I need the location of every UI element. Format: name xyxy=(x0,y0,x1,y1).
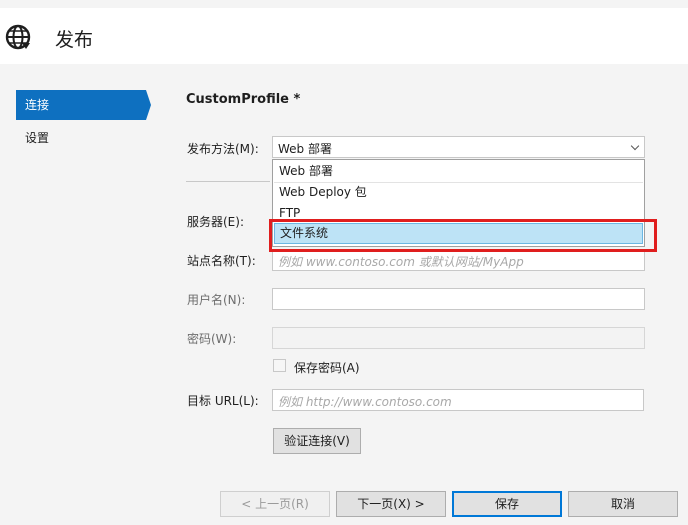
dialog-title: 发布 xyxy=(55,29,94,51)
save-password-label: 保存密码(A) xyxy=(294,361,360,375)
dialog-header: 发布 xyxy=(0,8,688,64)
profile-title: CustomProfile * xyxy=(186,92,301,107)
previous-button[interactable]: < 上一页(R) xyxy=(220,491,330,517)
sidebar-item-connection[interactable]: 连接 xyxy=(16,90,146,120)
publish-method-select[interactable]: Web 部署 xyxy=(272,136,645,158)
username-input[interactable] xyxy=(272,288,645,310)
target-url-label: 目标 URL(L): xyxy=(187,394,259,408)
site-name-label: 站点名称(T): xyxy=(187,254,256,268)
cancel-button[interactable]: 取消 xyxy=(568,491,678,517)
option-web-deploy[interactable]: Web 部署 xyxy=(274,161,643,182)
site-name-placeholder: 例如 www.contoso.com 或默认网站/MyApp xyxy=(278,255,524,269)
target-url-placeholder: 例如 http://www.contoso.com xyxy=(278,395,452,409)
username-label: 用户名(N): xyxy=(187,293,246,307)
password-input[interactable] xyxy=(272,327,645,349)
sidebar-item-settings[interactable]: 设置 xyxy=(16,123,146,153)
password-label: 密码(W): xyxy=(187,332,237,346)
section-divider xyxy=(186,181,270,182)
site-name-input[interactable]: 例如 www.contoso.com 或默认网站/MyApp xyxy=(272,249,645,271)
server-label: 服务器(E): xyxy=(187,215,244,229)
target-url-input[interactable]: 例如 http://www.contoso.com xyxy=(272,389,644,411)
next-button[interactable]: 下一页(X) > xyxy=(336,491,446,517)
annotation-highlight-box xyxy=(269,219,657,252)
publish-method-value: Web 部署 xyxy=(278,142,332,156)
option-web-deploy-package[interactable]: Web Deploy 包 xyxy=(274,182,643,203)
validate-connection-button[interactable]: 验证连接(V) xyxy=(273,428,361,454)
save-password-checkbox[interactable] xyxy=(273,359,286,372)
chevron-down-icon[interactable] xyxy=(630,141,640,151)
globe-icon xyxy=(5,24,31,50)
save-button[interactable]: 保存 xyxy=(452,491,562,517)
active-item-arrow xyxy=(146,90,151,120)
publish-method-label: 发布方法(M): xyxy=(187,142,259,156)
